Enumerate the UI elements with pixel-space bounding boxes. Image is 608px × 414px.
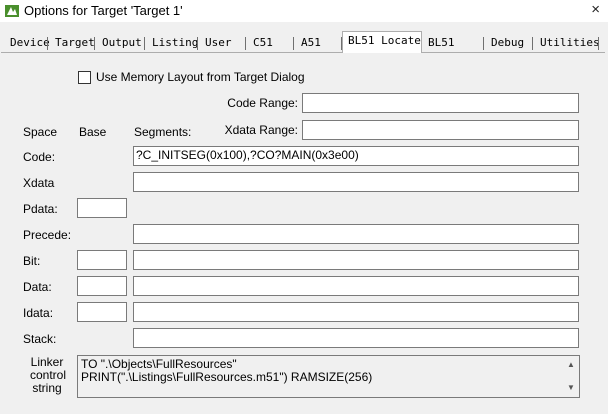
idata-segments-input[interactable]: [133, 302, 579, 322]
bit-segments-input[interactable]: [133, 250, 579, 270]
precede-segments-input[interactable]: [133, 224, 579, 244]
tab-strip: Device Target Output Listing User C51 A5…: [0, 31, 608, 65]
use-memory-layout-checkbox[interactable]: [78, 71, 91, 84]
code-range-label: Code Range:: [227, 96, 298, 110]
chevron-up-icon[interactable]: ▲: [566, 360, 576, 370]
tab-label: C51: [253, 36, 273, 49]
linker-control-string-label: Linker control string: [30, 356, 66, 395]
idata-label: Idata:: [23, 306, 54, 320]
xdata-range-input[interactable]: [302, 120, 579, 140]
data-label: Data:: [23, 280, 52, 294]
tab-output[interactable]: Output: [96, 34, 146, 52]
close-icon[interactable]: ×: [591, 1, 600, 18]
tab-debug[interactable]: Debug: [485, 34, 534, 52]
segments-header: Segments:: [134, 125, 192, 139]
tab-bl51-locate[interactable]: BL51 Locate: [342, 31, 422, 53]
tab-label: BL51 Locate: [348, 34, 421, 47]
title-bar: Options for Target 'Target 1' ×: [0, 0, 608, 22]
bit-label: Bit:: [23, 254, 41, 268]
chevron-down-icon[interactable]: ▼: [566, 383, 576, 393]
precede-label: Precede:: [23, 228, 72, 242]
linker-scrollbar[interactable]: ▲ ▼: [564, 357, 578, 396]
pdata-label: Pdata:: [23, 202, 58, 216]
tab-target[interactable]: Target: [49, 34, 96, 52]
bit-base-input[interactable]: [77, 250, 127, 270]
use-memory-layout-label: Use Memory Layout from Target Dialog: [96, 70, 305, 84]
tab-utilities[interactable]: Utilities: [534, 34, 600, 52]
tab-bl51-misc[interactable]: BL51 Misc: [422, 34, 485, 65]
linker-control-string-box[interactable]: TO ".\Objects\FullResources" PRINT(".\Li…: [77, 355, 580, 398]
tab-label: Device: [10, 36, 50, 49]
data-base-input[interactable]: [77, 276, 127, 296]
stack-segments-input[interactable]: [133, 328, 579, 348]
tab-label: Debug: [491, 36, 525, 49]
linker-label-line3: string: [32, 381, 62, 395]
xdata-segments-input[interactable]: [133, 172, 579, 192]
xdata-label: Xdata: [23, 176, 55, 190]
tab-user[interactable]: User: [199, 34, 247, 52]
base-header: Base: [79, 125, 107, 139]
tab-label: Target: [55, 36, 95, 49]
tab-a51[interactable]: A51: [295, 34, 343, 52]
tab-label: A51: [301, 36, 321, 49]
tab-listing[interactable]: Listing: [146, 34, 199, 52]
code-label: Code:: [23, 150, 56, 164]
linker-line-2: PRINT(".\Listings\FullResources.m51") RA…: [81, 370, 373, 384]
code-segments-input[interactable]: ?C_INITSEG(0x100),?CO?MAIN(0x3e00): [133, 146, 579, 166]
tab-c51[interactable]: C51: [247, 34, 295, 52]
tab-label: Utilities: [540, 36, 600, 49]
stack-label: Stack:: [23, 332, 57, 346]
xdata-range-label: Xdata Range:: [224, 123, 298, 137]
window-title: Options for Target 'Target 1': [24, 3, 183, 18]
pdata-base-input[interactable]: [77, 198, 127, 218]
data-segments-input[interactable]: [133, 276, 579, 296]
keil-uvision-icon: [5, 5, 19, 17]
code-range-input[interactable]: [302, 93, 579, 113]
tab-label: Listing: [152, 36, 199, 49]
tab-label: User: [205, 36, 232, 49]
space-header: Space: [23, 125, 58, 139]
tab-label: Output: [102, 36, 142, 49]
tab-device[interactable]: Device: [4, 34, 50, 52]
idata-base-input[interactable]: [77, 302, 127, 322]
